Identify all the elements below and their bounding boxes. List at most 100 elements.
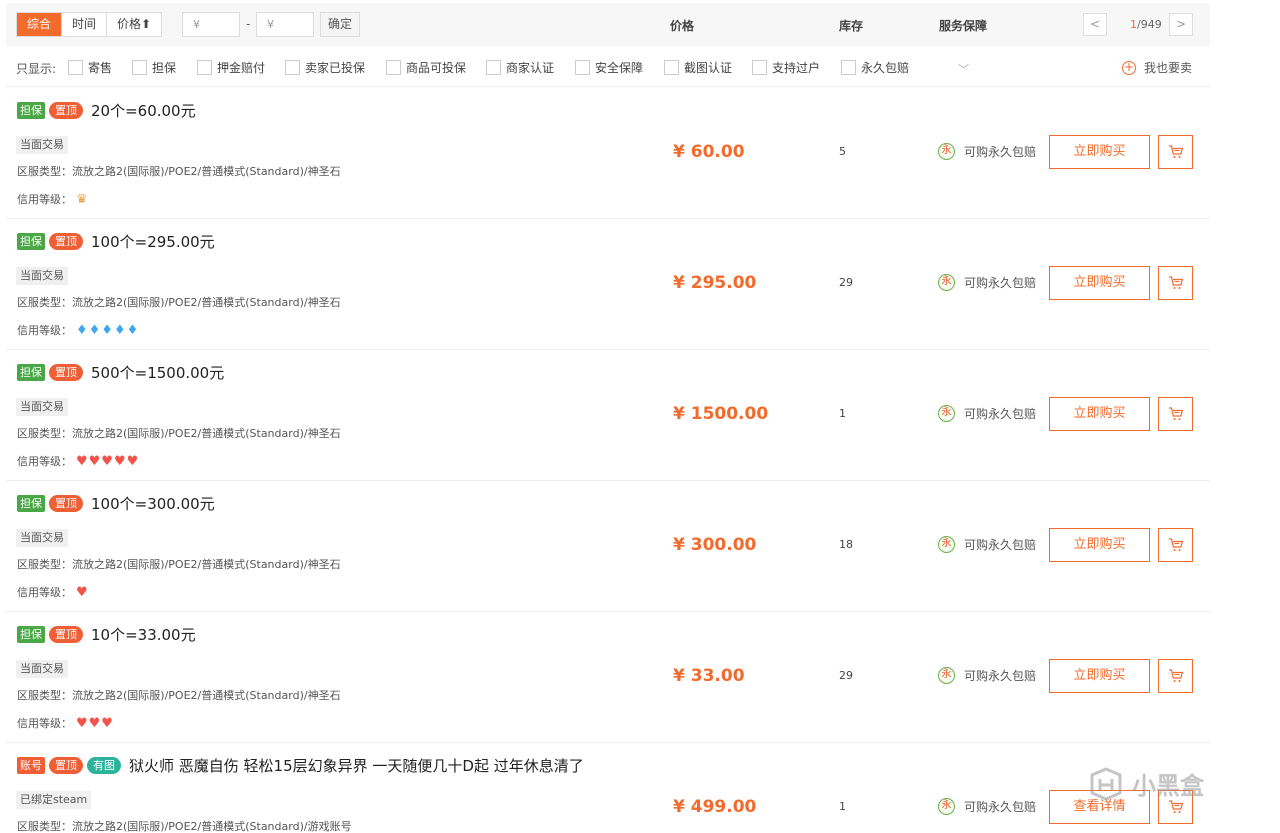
sort-toolbar: 综合 时间 价格⬆ - 确定 价格 库存 服务保障 < 1/949 > bbox=[6, 3, 1210, 46]
filter-deposit-compensation[interactable]: 押金赔付 bbox=[197, 59, 265, 76]
listing-region: 区服类型：流放之路2(国际服)/POE2/普通模式(Standard)/神圣石 bbox=[17, 296, 341, 309]
listing-region: 区服类型：流放之路2(国际服)/POE2/普通模式(Standard)/神圣石 bbox=[17, 427, 341, 440]
buy-now-button[interactable]: 立即购买 bbox=[1049, 659, 1150, 693]
watermark-text: 小黑盒 bbox=[1132, 772, 1204, 800]
sort-tabs: 综合 时间 价格⬆ bbox=[16, 12, 163, 37]
cart-icon bbox=[1168, 800, 1183, 813]
permanent-guarantee-icon: 永 bbox=[938, 667, 955, 684]
checkbox[interactable] bbox=[486, 60, 501, 75]
trade-type-tag: 当面交易 bbox=[16, 660, 68, 678]
max-price-input[interactable] bbox=[256, 12, 314, 37]
trade-type-tag: 当面交易 bbox=[16, 136, 68, 154]
listing-price: ¥ 300.00 bbox=[673, 535, 757, 555]
guarantee-info: 永可购永久包赔 bbox=[938, 667, 1036, 684]
listing-stock: 5 bbox=[839, 145, 846, 158]
checkbox[interactable] bbox=[752, 60, 767, 75]
buy-now-button[interactable]: 立即购买 bbox=[1049, 135, 1150, 169]
listing-title[interactable]: 20个=60.00元 bbox=[91, 100, 196, 121]
badge-pinned: 置顶 bbox=[49, 364, 83, 381]
filter-seller-insured[interactable]: 卖家已投保 bbox=[285, 59, 365, 76]
filter-merchant-verified[interactable]: 商家认证 bbox=[486, 59, 554, 76]
listing-title[interactable]: 100个=300.00元 bbox=[91, 493, 215, 514]
listing-region: 区服类型：流放之路2(国际服)/POE2/普通模式(Standard)/神圣石 bbox=[17, 558, 341, 571]
listing-title[interactable]: 500个=1500.00元 bbox=[91, 362, 224, 383]
badge-guarantee: 担保 bbox=[17, 495, 45, 512]
filter-transfer-support[interactable]: 支持过户 bbox=[752, 59, 820, 76]
guarantee-label: 可购永久包赔 bbox=[964, 538, 1037, 552]
add-to-cart-button[interactable] bbox=[1158, 135, 1193, 169]
checkbox[interactable] bbox=[68, 60, 83, 75]
listing-price: ¥ 60.00 bbox=[673, 142, 745, 162]
listing-price: ¥ 33.00 bbox=[673, 666, 745, 686]
badge-guarantee: 担保 bbox=[17, 102, 45, 119]
filter-guarantee[interactable]: 担保 bbox=[132, 59, 176, 76]
listing-row: 担保 置顶 100个=300.00元 当面交易 区服类型：流放之路2(国际服)/… bbox=[6, 481, 1210, 612]
binding-tag: 已绑定steam bbox=[16, 791, 92, 809]
listing-price: ¥ 499.00 bbox=[673, 797, 757, 817]
filter-option-label: 寄售 bbox=[88, 61, 113, 75]
sell-link[interactable]: + 我也要卖 bbox=[1122, 59, 1192, 76]
sort-tab-price[interactable]: 价格⬆ bbox=[107, 13, 161, 36]
filter-option-label: 押金赔付 bbox=[217, 61, 266, 75]
filter-option-label: 永久包赔 bbox=[861, 61, 910, 75]
filter-item-insurable[interactable]: 商品可投保 bbox=[386, 59, 466, 76]
checkbox[interactable] bbox=[841, 60, 856, 75]
cart-icon bbox=[1168, 276, 1183, 289]
filter-screenshot-verified[interactable]: 截图认证 bbox=[664, 59, 732, 76]
trade-type-tag: 当面交易 bbox=[16, 398, 68, 416]
filter-option-label: 担保 bbox=[152, 61, 177, 75]
guarantee-info: 永可购永久包赔 bbox=[938, 536, 1036, 553]
filter-security[interactable]: 安全保障 bbox=[575, 59, 643, 76]
next-page-button[interactable]: > bbox=[1169, 13, 1193, 36]
heart-icons: ♥♥♥ bbox=[76, 715, 114, 731]
guarantee-label: 可购永久包赔 bbox=[964, 800, 1037, 814]
listing-price: ¥ 1500.00 bbox=[673, 404, 769, 424]
listing-title[interactable]: 狱火师 恶魔自伤 轻松15层幻象异界 一天随便几十D起 过年休息清了 bbox=[129, 755, 584, 776]
column-header-service: 服务保障 bbox=[939, 19, 988, 33]
listing-header: 担保 置顶 100个=300.00元 bbox=[17, 493, 215, 514]
checkbox[interactable] bbox=[285, 60, 300, 75]
permanent-guarantee-icon: 永 bbox=[938, 798, 955, 815]
listing-region: 区服类型：流放之路2(国际服)/POE2/普通模式(Standard)/神圣石 bbox=[17, 165, 341, 178]
checkbox[interactable] bbox=[197, 60, 212, 75]
checkbox[interactable] bbox=[386, 60, 401, 75]
buy-now-button[interactable]: 立即购买 bbox=[1049, 266, 1150, 300]
credit-label: 信用等级： bbox=[17, 586, 72, 599]
listing-row: 担保 置顶 10个=33.00元 当面交易 区服类型：流放之路2(国际服)/PO… bbox=[6, 612, 1210, 743]
listing-price: ¥ 295.00 bbox=[673, 273, 757, 293]
guarantee-info: 永可购永久包赔 bbox=[938, 143, 1036, 160]
credit-label: 信用等级： bbox=[17, 193, 72, 206]
min-price-input[interactable] bbox=[182, 12, 240, 37]
listing-stock: 1 bbox=[839, 800, 846, 813]
add-to-cart-button[interactable] bbox=[1158, 528, 1193, 562]
xiaoheihe-logo-icon bbox=[1090, 766, 1122, 801]
listing-row: 担保 置顶 100个=295.00元 当面交易 区服类型：流放之路2(国际服)/… bbox=[6, 219, 1210, 350]
checkbox[interactable] bbox=[132, 60, 147, 75]
listing-header: 担保 置顶 500个=1500.00元 bbox=[17, 362, 224, 383]
listing-title[interactable]: 100个=295.00元 bbox=[91, 231, 215, 252]
guarantee-info: 永可购永久包赔 bbox=[938, 274, 1036, 291]
credit-label: 信用等级： bbox=[17, 455, 72, 468]
buy-now-button[interactable]: 立即购买 bbox=[1049, 528, 1150, 562]
listing-title[interactable]: 10个=33.00元 bbox=[91, 624, 196, 645]
add-to-cart-button[interactable] bbox=[1158, 397, 1193, 431]
filter-consignment[interactable]: 寄售 bbox=[68, 59, 112, 76]
credit-label: 信用等级： bbox=[17, 717, 72, 730]
sort-tab-time[interactable]: 时间 bbox=[62, 13, 108, 36]
price-confirm-button[interactable]: 确定 bbox=[320, 12, 360, 37]
filter-bar: 只显示: 寄售 担保 押金赔付 卖家已投保 商品可投保 商家认证 安全保障 截图… bbox=[6, 47, 1210, 87]
trade-type-tag: 当面交易 bbox=[16, 267, 68, 285]
add-to-cart-button[interactable] bbox=[1158, 659, 1193, 693]
checkbox[interactable] bbox=[575, 60, 590, 75]
checkbox[interactable] bbox=[664, 60, 679, 75]
sort-tab-overall[interactable]: 综合 bbox=[17, 13, 63, 36]
add-to-cart-button[interactable] bbox=[1158, 266, 1193, 300]
filter-permanent-compensation[interactable]: 永久包赔 bbox=[841, 59, 909, 76]
prev-page-button[interactable]: < bbox=[1083, 13, 1107, 36]
chevron-down-icon[interactable]: ﹀ bbox=[958, 61, 969, 77]
badge-account: 账号 bbox=[17, 757, 45, 774]
buy-now-button[interactable]: 立即购买 bbox=[1049, 397, 1150, 431]
badge-pinned: 置顶 bbox=[49, 626, 83, 643]
heart-icons: ♥♥♥♥♥ bbox=[76, 453, 140, 469]
filter-option-label: 安全保障 bbox=[595, 61, 644, 75]
